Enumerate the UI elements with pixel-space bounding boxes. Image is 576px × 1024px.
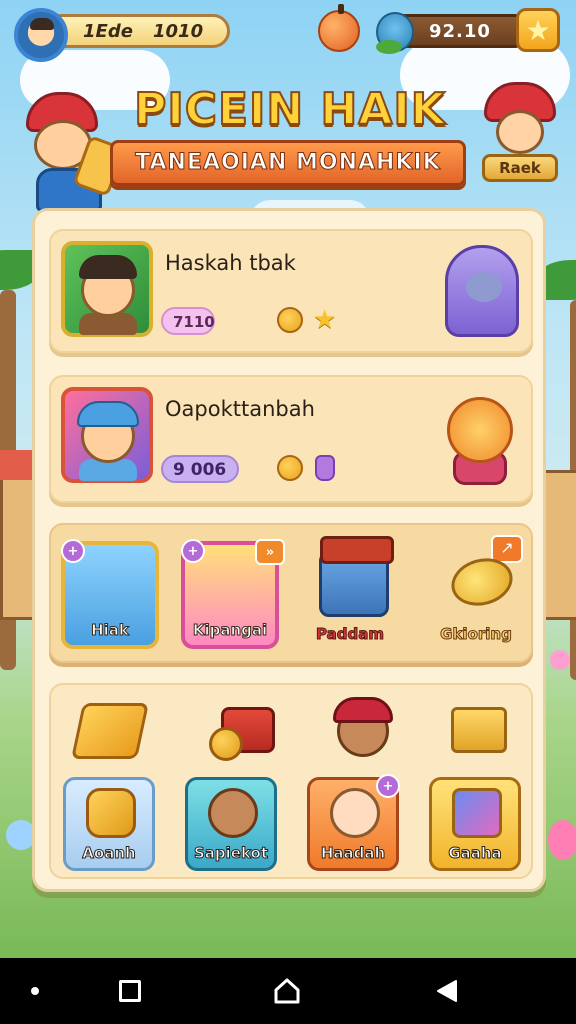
ghost-icon [445, 245, 519, 337]
player-avatar-icon[interactable] [14, 8, 68, 62]
character-portrait [61, 241, 153, 337]
frog-icon [376, 12, 414, 54]
coin-icon [277, 307, 303, 333]
hero-character-right[interactable]: Raek [478, 80, 562, 200]
items-grid: Aoanh Sapiekot + Haadah Gaaha [49, 683, 533, 879]
currency-value: 92.10 [429, 21, 491, 42]
star-icon: ★ [313, 305, 337, 335]
character-badge: 7110 [161, 307, 215, 335]
tile-label: Aoanh [82, 844, 136, 863]
plus-icon: + [61, 539, 85, 563]
star-icon: ★ [525, 13, 551, 47]
home-icon [274, 978, 300, 1004]
player-name: 1Ede [83, 21, 133, 42]
horn-icon [86, 788, 136, 838]
tile-label: Gkioring [440, 625, 513, 644]
tile-label: Hiak [91, 621, 130, 640]
side-tag[interactable]: Raek [482, 154, 558, 182]
back-icon [437, 980, 457, 1002]
elder-face-icon [330, 788, 380, 838]
tile-label: Paddam [316, 625, 385, 644]
back-button[interactable] [432, 976, 462, 1006]
tile-haadah[interactable]: + Haadah [307, 774, 400, 871]
subtitle-text: TANEAOIAN MONAHKIK [135, 150, 441, 176]
character-portrait [61, 387, 153, 483]
tile-label: Gaaha [448, 844, 502, 863]
ticket-icon[interactable] [71, 703, 149, 759]
tile-gkioring[interactable]: Gkioring [427, 541, 525, 649]
plus-icon: + [376, 774, 400, 798]
character-badge: 9 006 [161, 455, 239, 483]
coin-icon [277, 455, 303, 481]
player-info-pill[interactable]: 1Ede 1010 [44, 14, 230, 48]
star-button[interactable]: ★ [516, 8, 560, 52]
tile-sapiekot[interactable]: Sapiekot [185, 777, 277, 871]
subtitle-banner: TANEAOIAN MONAHKIK [110, 140, 466, 186]
system-nav-bar [0, 958, 576, 1024]
top-bar: 1Ede 1010 92.10 ★ [14, 4, 562, 62]
tile-label: Haadah [320, 844, 386, 863]
plus-icon: + [181, 539, 205, 563]
tile-kipangai[interactable]: + » Kipangai [181, 539, 285, 649]
potion-icon [315, 455, 335, 481]
flower [548, 820, 576, 860]
bomb-icon [209, 727, 243, 761]
tile-hiak[interactable]: + Hiak [61, 539, 159, 649]
home-button[interactable] [272, 976, 302, 1006]
character-face-icon [208, 788, 258, 838]
red-cap-icon [333, 697, 393, 723]
player-score: 1010 [153, 21, 204, 42]
recents-button[interactable] [115, 976, 145, 1006]
flower [550, 650, 570, 670]
character-card[interactable]: Oapokttanbah 9 006 [49, 375, 533, 503]
treasure-box-icon [452, 788, 502, 838]
tile-gaaha[interactable]: Gaaha [429, 777, 521, 871]
tile-label: Sapiekot [193, 844, 269, 863]
gold-bars-icon[interactable] [451, 707, 507, 753]
character-card[interactable]: Haskah tbak 7110 ★ [49, 229, 533, 353]
arrow-icon: » [255, 539, 285, 565]
character-name: Oapokttanbah [165, 397, 315, 421]
tile-aoanh[interactable]: Aoanh [63, 777, 155, 871]
main-panel: Haskah tbak 7110 ★ Oapokttanbah 9 006 + … [32, 208, 546, 892]
tile-paddam[interactable]: Paddam [301, 541, 399, 649]
game-title: PICEIN HAIK [133, 83, 446, 136]
assistant-dot-button[interactable] [20, 976, 50, 1006]
hero-character-left [16, 92, 126, 212]
orange-fruit-icon[interactable] [318, 4, 360, 52]
character-name: Haskah tbak [165, 251, 296, 275]
featured-row: + Hiak + » Kipangai Paddam ↗ Gkioring [49, 523, 533, 663]
tile-label: Kipangai [192, 621, 268, 640]
sun-character-icon [439, 389, 521, 489]
